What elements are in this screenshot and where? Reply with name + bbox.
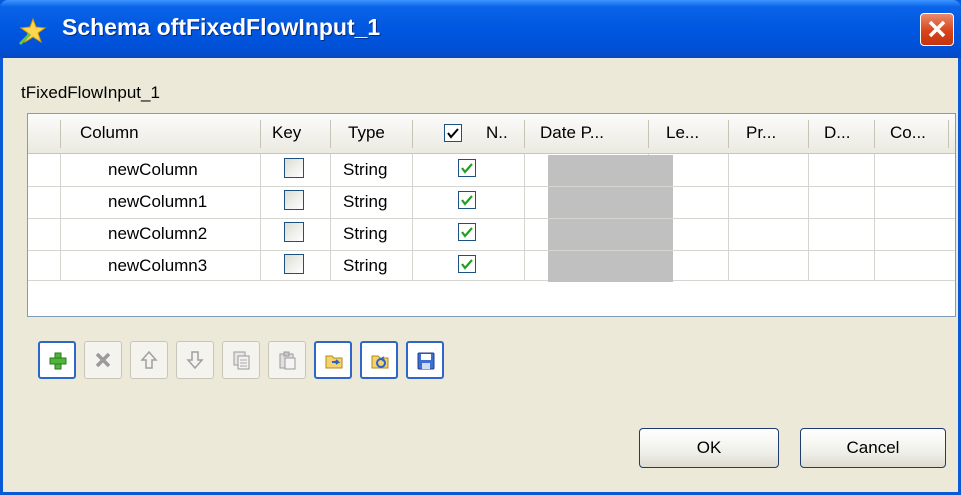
component-name: tFixedFlowInput_1 [21, 83, 160, 102]
header-key[interactable]: Key [272, 114, 301, 153]
close-icon [928, 20, 946, 38]
nullable-checkbox[interactable] [458, 191, 476, 209]
import-icon [325, 355, 343, 369]
type-cell[interactable]: String [343, 246, 387, 286]
move-down-icon [186, 351, 204, 370]
header-separator [524, 120, 525, 148]
checkmark-icon [461, 163, 473, 174]
save-button[interactable] [406, 341, 444, 379]
column-name-cell[interactable]: newColumn3 [108, 246, 207, 286]
window-title: Schema oftFixedFlowInput_1 [62, 14, 381, 40]
export-icon [371, 355, 389, 369]
delete-button[interactable] [84, 341, 122, 379]
cancel-button[interactable]: Cancel [800, 428, 946, 468]
key-checkbox[interactable] [284, 190, 304, 210]
nullable-checkbox[interactable] [458, 159, 476, 177]
date-pattern-cell [548, 219, 673, 250]
header-comment[interactable]: Co... [890, 114, 926, 153]
header-separator [948, 120, 949, 148]
checkmark-icon [461, 227, 473, 238]
schema-table[interactable]: Column Key Type N.. Date P... Le... Pr..… [27, 113, 956, 317]
add-icon [49, 352, 67, 370]
header-nullable-checkbox[interactable] [444, 124, 462, 142]
date-pattern-cell [548, 251, 673, 282]
table-header: Column Key Type N.. Date P... Le... Pr..… [28, 114, 955, 154]
header-type[interactable]: Type [348, 114, 385, 153]
header-column[interactable]: Column [80, 114, 139, 153]
key-checkbox[interactable] [284, 254, 304, 274]
key-checkbox[interactable] [284, 222, 304, 242]
header-separator [648, 120, 649, 148]
title-bar[interactable]: Schema oftFixedFlowInput_1 [0, 0, 961, 58]
date-pattern-cell [548, 155, 673, 186]
ok-button[interactable]: OK [639, 428, 779, 468]
dialog-window: Schema oftFixedFlowInput_1 tFixedFlowInp… [0, 0, 961, 495]
app-icon [18, 17, 47, 46]
add-button[interactable] [38, 341, 76, 379]
save-icon [417, 352, 435, 370]
header-separator [808, 120, 809, 148]
copy-button[interactable] [222, 341, 260, 379]
checkmark-icon [461, 259, 473, 270]
header-separator [330, 120, 331, 148]
header-separator [874, 120, 875, 148]
key-checkbox[interactable] [284, 158, 304, 178]
paste-button[interactable] [268, 341, 306, 379]
nullable-checkbox[interactable] [458, 255, 476, 273]
dialog-body: tFixedFlowInput_1 Column Key Type N.. Da… [3, 58, 958, 492]
copy-icon [233, 351, 250, 370]
header-separator [728, 120, 729, 148]
move-down-button[interactable] [176, 341, 214, 379]
move-up-icon [140, 350, 158, 369]
header-separator [60, 120, 61, 148]
header-length[interactable]: Le... [666, 114, 699, 153]
export-button[interactable] [360, 341, 398, 379]
delete-icon [95, 352, 111, 368]
header-separator [412, 120, 413, 148]
checkmark-icon [461, 195, 473, 206]
header-date-pattern[interactable]: Date P... [540, 114, 604, 153]
move-up-button[interactable] [130, 341, 168, 379]
header-nullable[interactable]: N.. [486, 114, 508, 153]
header-default[interactable]: D... [824, 114, 850, 153]
close-button[interactable] [920, 13, 954, 46]
nullable-checkbox[interactable] [458, 223, 476, 241]
paste-icon [279, 351, 296, 370]
checkmark-icon [447, 128, 459, 139]
header-separator [260, 120, 261, 148]
import-button[interactable] [314, 341, 352, 379]
date-pattern-cell [548, 187, 673, 218]
table-row[interactable]: newColumn3 String [28, 250, 955, 290]
header-precision[interactable]: Pr... [746, 114, 776, 153]
